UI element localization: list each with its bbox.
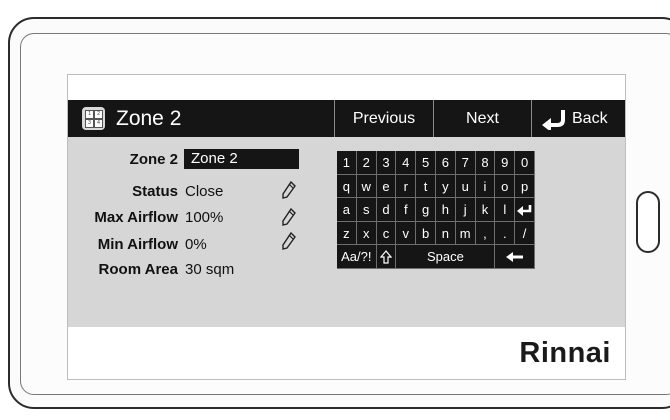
- key-row4-3[interactable]: v: [396, 221, 417, 246]
- key-row4-7[interactable]: ,: [475, 221, 496, 246]
- space-key[interactable]: Space: [396, 245, 496, 269]
- zone-settings-panel: Zone 2 Zone 2 Status Close Max Airflow 1…: [68, 137, 332, 327]
- back-arrow-icon: [542, 110, 565, 130]
- key-row2-6[interactable]: u: [455, 174, 476, 199]
- next-button[interactable]: Next: [433, 100, 531, 137]
- key-row1-8[interactable]: 9: [495, 151, 516, 175]
- max-airflow-value: 100%: [185, 209, 224, 226]
- zone-cell: 1: [85, 110, 94, 119]
- zone-cell: 2: [94, 110, 103, 119]
- key-row3-8[interactable]: l: [495, 198, 516, 222]
- key-row1-7[interactable]: 8: [475, 151, 496, 175]
- key-row4-9[interactable]: /: [515, 221, 535, 246]
- screen: 1 2 3 4 Zone 2 Previous Next Back Zone 2…: [67, 74, 626, 380]
- on-screen-keyboard: 1 2 3 4 5 6 7 8 9 0 q w e r t y u i o p a s d f g h j k l z x c v b n m,. / A…: [332, 137, 625, 327]
- status-value: Close: [185, 183, 224, 200]
- key-row4-4[interactable]: b: [416, 221, 436, 246]
- key-row4-2[interactable]: c: [376, 221, 397, 246]
- key-row4-6[interactable]: m: [455, 221, 476, 246]
- back-button[interactable]: Back: [531, 100, 625, 137]
- room-area-value: 30 sqm: [185, 261, 235, 278]
- zone-grid-icon: 1 2 3 4: [82, 107, 105, 130]
- home-button[interactable]: [636, 191, 660, 253]
- key-row3-1[interactable]: s: [356, 198, 377, 222]
- pencil-icon[interactable]: [282, 208, 296, 226]
- status-label: Status: [132, 183, 178, 200]
- back-label: Back: [572, 110, 608, 127]
- backspace-key[interactable]: [495, 245, 535, 269]
- key-row1-3[interactable]: 4: [396, 151, 417, 175]
- key-row2-2[interactable]: e: [376, 174, 397, 199]
- min-airflow-value: 0%: [185, 236, 207, 253]
- key-row3-2[interactable]: d: [376, 198, 397, 222]
- key-row2-3[interactable]: r: [396, 174, 417, 199]
- key-row2-1[interactable]: w: [356, 174, 377, 199]
- key-row1-4[interactable]: 5: [416, 151, 436, 175]
- zone-cell: 4: [94, 119, 103, 128]
- max-airflow-label: Max Airflow: [94, 209, 178, 226]
- key-row4-0[interactable]: z: [337, 221, 357, 246]
- backspace-icon: [505, 252, 523, 263]
- room-area-label: Room Area: [98, 261, 178, 278]
- zone-cell: 3: [85, 119, 94, 128]
- key-row3-5[interactable]: h: [436, 198, 456, 222]
- key-row3-0[interactable]: a: [337, 198, 357, 222]
- key-row2-8[interactable]: o: [495, 174, 516, 199]
- key-row2-9[interactable]: p: [515, 174, 535, 199]
- enter-key[interactable]: [515, 198, 535, 222]
- key-row2-4[interactable]: t: [416, 174, 436, 199]
- pencil-icon[interactable]: [282, 232, 296, 250]
- key-row1-0[interactable]: 1: [337, 151, 357, 175]
- key-row4-5[interactable]: n: [436, 221, 456, 246]
- key-row2-7[interactable]: i: [475, 174, 496, 199]
- shift-key[interactable]: [376, 245, 397, 269]
- key-row3-6[interactable]: j: [455, 198, 476, 222]
- key-row2-0[interactable]: q: [337, 174, 357, 199]
- key-row2-5[interactable]: y: [436, 174, 456, 199]
- previous-button[interactable]: Previous: [334, 100, 433, 137]
- key-row1-5[interactable]: 6: [436, 151, 456, 175]
- pencil-icon[interactable]: [282, 181, 296, 199]
- key-row3-7[interactable]: k: [475, 198, 496, 222]
- min-airflow-label: Min Airflow: [97, 236, 178, 253]
- header-bar: 1 2 3 4 Zone 2 Previous Next Back: [68, 100, 625, 137]
- enter-icon: [516, 205, 531, 217]
- page-title: Zone 2: [116, 107, 182, 130]
- key-row3-3[interactable]: f: [396, 198, 417, 222]
- symbols-key[interactable]: Aa/?!: [337, 245, 377, 269]
- key-row1-9[interactable]: 0: [515, 151, 535, 175]
- key-row1-6[interactable]: 7: [455, 151, 476, 175]
- zone-name-field[interactable]: Zone 2: [184, 149, 299, 169]
- key-row1-1[interactable]: 2: [356, 151, 377, 175]
- brand-logo: Rinnai: [519, 337, 611, 369]
- key-row4-1[interactable]: x: [356, 221, 377, 246]
- key-row1-2[interactable]: 3: [376, 151, 397, 175]
- zone-name-label: Zone 2: [129, 151, 178, 168]
- shift-icon: [379, 250, 393, 264]
- key-row3-4[interactable]: g: [416, 198, 436, 222]
- key-row4-8[interactable]: .: [495, 221, 516, 246]
